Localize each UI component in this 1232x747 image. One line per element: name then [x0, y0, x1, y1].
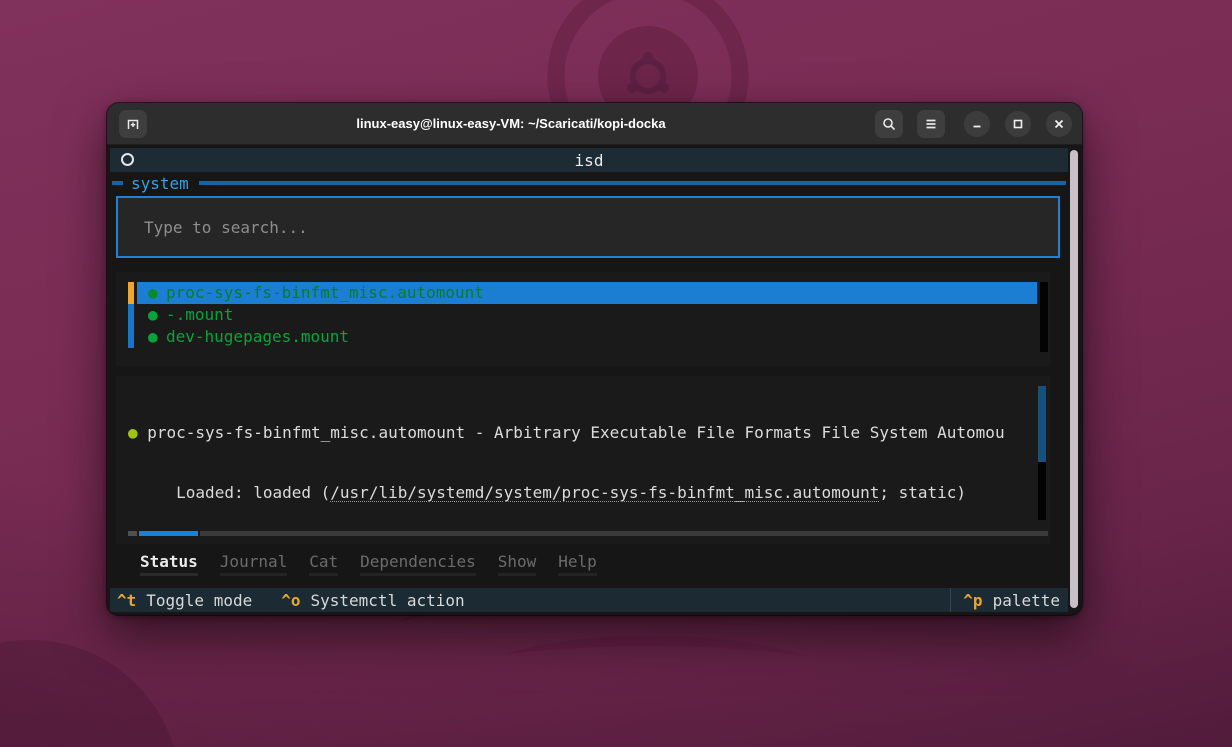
- close-button[interactable]: [1046, 111, 1072, 137]
- search-input[interactable]: Type to search...: [116, 196, 1060, 258]
- tab-help[interactable]: Help: [558, 552, 597, 576]
- footer-shortcuts: ^t Toggle mode ^o Systemctl action: [110, 591, 465, 610]
- tab-dependencies[interactable]: Dependencies: [360, 552, 476, 576]
- shortcut-key: ^p: [963, 591, 982, 610]
- section-header: system: [110, 173, 1068, 193]
- unit-name: -.mount: [166, 304, 233, 326]
- minimize-icon: [970, 117, 984, 131]
- window-headerbar: linux-easy@linux-easy-VM: ~/Scaricati/ko…: [107, 103, 1082, 145]
- minimize-button[interactable]: [964, 111, 990, 137]
- terminal-window: linux-easy@linux-easy-VM: ~/Scaricati/ko…: [107, 103, 1082, 615]
- status-horizontal-scrollbar-corner: [128, 531, 137, 536]
- shortcut-key: ^t: [117, 591, 136, 610]
- window-controls: [875, 110, 1072, 138]
- close-icon: [1052, 117, 1066, 131]
- active-since: since Sat 2025-10-04 13:48:19 CEST; 9min…: [407, 543, 840, 544]
- status-title-line: ● proc-sys-fs-binfmt_misc.automount - Arb…: [128, 422, 1040, 444]
- loaded-label: Loaded:: [128, 482, 244, 504]
- unit-list: ● proc-sys-fs-binfmt_misc.automount ● -.…: [116, 272, 1050, 366]
- section-label: system: [131, 174, 189, 193]
- status-horizontal-scrollbar-track[interactable]: [200, 531, 1048, 536]
- unit-name: proc-sys-fs-binfmt_misc.automount: [166, 282, 484, 304]
- unit-row-selected[interactable]: ● proc-sys-fs-binfmt_misc.automount: [116, 282, 1050, 304]
- isd-header-bar: isd: [110, 148, 1068, 172]
- titlebar-search-button[interactable]: [875, 110, 903, 138]
- status-output: ● proc-sys-fs-binfmt_misc.automount - Arb…: [128, 384, 1040, 544]
- status-panel: ● proc-sys-fs-binfmt_misc.automount - Arb…: [116, 376, 1050, 544]
- hamburger-menu-button[interactable]: [917, 110, 945, 138]
- tab-journal[interactable]: Journal: [220, 552, 287, 576]
- window-title: linux-easy@linux-easy-VM: ~/Scaricati/ko…: [147, 116, 875, 131]
- shortcut-label: palette: [993, 591, 1060, 610]
- desktop-wallpaper: linux-easy@linux-easy-VM: ~/Scaricati/ko…: [0, 0, 1232, 747]
- shortcut-palette[interactable]: ^p palette: [950, 588, 1068, 612]
- tab-status[interactable]: Status: [140, 552, 198, 576]
- unit-state-icon: ●: [148, 282, 158, 304]
- terminal-content: isd system Type to search... ● proc-sys-…: [107, 145, 1082, 615]
- new-tab-icon: [125, 116, 141, 132]
- status-horizontal-scrollbar-thumb[interactable]: [139, 531, 198, 536]
- status-vertical-scrollbar[interactable]: [1038, 386, 1046, 520]
- loaded-pre: loaded (: [253, 483, 330, 502]
- new-tab-button[interactable]: [119, 110, 147, 138]
- unit-state-icon: ●: [148, 326, 158, 348]
- shortcut-label: Toggle mode: [146, 591, 252, 610]
- loaded-path[interactable]: /usr/lib/systemd/system/proc-sys-fs-binf…: [330, 483, 879, 502]
- unit-row[interactable]: ● -.mount: [116, 304, 1050, 326]
- search-icon: [881, 116, 897, 132]
- unit-name: dev-hugepages.mount: [166, 326, 349, 348]
- unit-row[interactable]: ● dev-hugepages.mount: [116, 326, 1050, 348]
- section-rule: [199, 181, 1066, 185]
- unit-list-scrollbar[interactable]: [1040, 282, 1048, 352]
- section-rule-dash: [112, 181, 123, 185]
- terminal-scrollbar[interactable]: [1070, 150, 1078, 608]
- shortcut-key: ^o: [281, 591, 300, 610]
- unit-state-icon: ●: [148, 304, 158, 326]
- search-placeholder: Type to search...: [118, 218, 308, 237]
- isd-app-title: isd: [110, 151, 1068, 170]
- status-state-dot-icon: ●: [128, 422, 138, 444]
- tab-show[interactable]: Show: [498, 552, 537, 576]
- active-state: active (running): [253, 543, 407, 544]
- tab-cat[interactable]: Cat: [309, 552, 338, 576]
- maximize-button[interactable]: [1005, 111, 1031, 137]
- status-tabbar: Status Journal Cat Dependencies Show Hel…: [116, 546, 1050, 582]
- active-label: Active:: [128, 542, 244, 544]
- shortcut-label: Systemctl action: [311, 591, 465, 610]
- status-vertical-scrollbar-thumb[interactable]: [1038, 386, 1046, 462]
- maximize-icon: [1011, 117, 1025, 131]
- shortcut-systemctl-action[interactable]: ^o Systemctl action: [281, 591, 464, 610]
- shortcut-toggle-mode[interactable]: ^t Toggle mode: [117, 591, 252, 610]
- status-loaded-line: Loaded: loaded (/usr/lib/systemd/system/p…: [128, 482, 1040, 504]
- footer-bar: ^t Toggle mode ^o Systemctl action ^p palet…: [110, 588, 1068, 612]
- status-title: proc-sys-fs-binfmt_misc.automount - Arbi…: [147, 423, 1004, 442]
- loaded-post: ; static): [879, 483, 966, 502]
- status-active-line: Active: active (running) since Sat 2025-1…: [128, 542, 1040, 544]
- spinner-icon: [121, 153, 134, 166]
- hamburger-icon: [923, 116, 939, 132]
